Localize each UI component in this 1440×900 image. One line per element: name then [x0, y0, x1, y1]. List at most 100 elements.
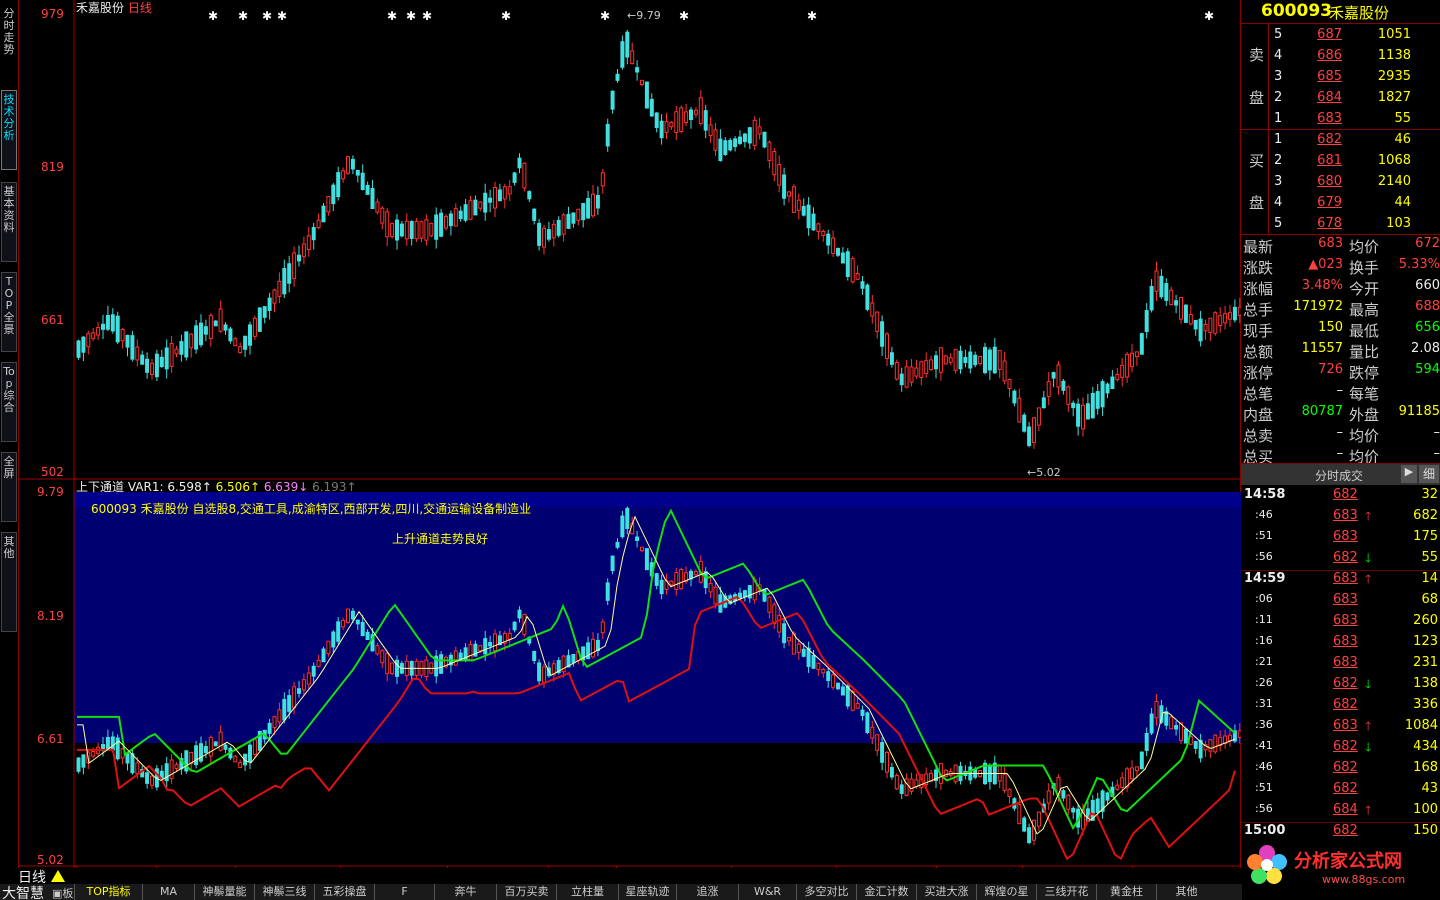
candle [1154, 700, 1159, 719]
candle [150, 362, 154, 376]
indicator-tab[interactable]: 五彩操盘 [314, 884, 374, 900]
candle [380, 207, 385, 224]
indicator-tab[interactable]: 百万买卖 [496, 884, 556, 900]
candle [527, 191, 532, 200]
candle [497, 189, 502, 202]
candle [507, 632, 512, 640]
candle [468, 644, 473, 661]
indicator-tab[interactable]: 黄金柱 [1096, 884, 1156, 900]
candle [1085, 403, 1090, 420]
candle [885, 751, 889, 773]
indicator-tab[interactable]: 其他 [1156, 884, 1216, 900]
indicator-tab[interactable]: F [374, 884, 434, 900]
candle [576, 208, 581, 221]
ticks-next-button[interactable]: ▶ [1401, 465, 1417, 483]
y-label-main-3: 502 [41, 465, 64, 479]
candle [1193, 740, 1198, 749]
candle [1154, 270, 1159, 292]
indicator-tab[interactable]: 神鬃量能 [194, 884, 254, 900]
y-label-main-1: 819 [41, 160, 64, 174]
candle [115, 315, 120, 343]
candle [277, 280, 282, 297]
candle [277, 709, 282, 723]
indicator-tab[interactable]: 星座轨迹 [618, 884, 676, 900]
candle [752, 119, 757, 146]
candle [1203, 323, 1208, 332]
indicator-tab[interactable]: MA [142, 884, 194, 900]
candle [674, 111, 679, 133]
candle [840, 252, 845, 264]
candle [1208, 739, 1213, 752]
candle [899, 373, 904, 386]
candle [507, 186, 512, 195]
candle [767, 141, 772, 162]
indicator-tab[interactable]: 神鬃三线 [254, 884, 314, 900]
indicator-tab[interactable]: 立柱量 [556, 884, 618, 900]
candle [532, 650, 537, 662]
candle [76, 757, 81, 772]
indicator-tab[interactable]: 买进大涨 [916, 884, 976, 900]
candle [1174, 725, 1179, 730]
signal-marker: ✱ [501, 9, 511, 23]
candle [385, 211, 390, 238]
candle [233, 338, 238, 347]
candle [370, 187, 375, 210]
candle [787, 191, 791, 197]
indicator-tab[interactable]: 三线开花 [1036, 884, 1096, 900]
candle [1095, 391, 1100, 409]
candle [331, 184, 336, 205]
candle [292, 686, 297, 709]
candle [600, 172, 605, 187]
indicator-tab[interactable]: 多空对比 [796, 884, 856, 900]
indicator-tab[interactable]: 追涨 [676, 884, 738, 900]
tab-top-panorama[interactable]: TOP全景 [1, 272, 17, 352]
high-marker: ←9.79 [627, 9, 661, 22]
candle [777, 614, 782, 633]
candle [855, 272, 860, 280]
candle [571, 654, 576, 664]
candle [272, 716, 277, 729]
x-axis-labels [72, 868, 1242, 884]
candle [1095, 798, 1100, 814]
candle [228, 328, 233, 342]
candle [762, 131, 767, 148]
indicator-tab[interactable]: 辉煌の星 [976, 884, 1036, 900]
candle [174, 764, 179, 769]
candle [1056, 364, 1061, 388]
tab-technical[interactable]: 技术分析 [1, 90, 17, 170]
indicator-tab[interactable]: 金汇计数 [856, 884, 916, 900]
candle [586, 198, 591, 219]
candle [463, 204, 468, 221]
tab-top-composite[interactable]: Top综合 [1, 362, 17, 442]
candle [262, 306, 267, 318]
tab-fundamentals[interactable]: 基本资料 [1, 182, 17, 262]
candle [208, 736, 213, 757]
candle [1007, 788, 1012, 797]
candle [870, 302, 875, 317]
ticks-detail-button[interactable]: 细 [1419, 465, 1439, 483]
tab-intraday[interactable]: 分时走势 [1, 4, 17, 68]
board-button[interactable]: ▣板 [52, 885, 73, 900]
candle [1017, 803, 1022, 825]
candle [1046, 790, 1051, 804]
candle [105, 314, 110, 330]
tab-fullscreen[interactable]: 全屏 [1, 452, 17, 522]
candle [483, 638, 488, 655]
indicator-tab[interactable]: 奔牛 [434, 884, 496, 900]
candle [796, 199, 801, 211]
candle [252, 739, 257, 755]
indicator-tab[interactable]: W&R [738, 884, 796, 900]
candle [169, 759, 174, 780]
candle [968, 351, 973, 369]
candle [708, 582, 713, 593]
candle [189, 333, 194, 349]
candle [248, 744, 252, 762]
tab-other[interactable]: 其他 [1, 532, 17, 632]
candle [929, 359, 934, 370]
candle [1164, 283, 1169, 301]
chart-area[interactable]: ✱ ✱ ✱ ✱ ✱ ✱ ✱ ✱ ✱ ✱ ✱ ✱ 禾嘉股份 日线 979 819 661 502 ←9.… [19, 0, 1241, 882]
candle [595, 194, 600, 209]
candle [91, 751, 96, 757]
indicator-tab[interactable]: TOP指标 [74, 884, 142, 900]
candle [1027, 827, 1032, 844]
